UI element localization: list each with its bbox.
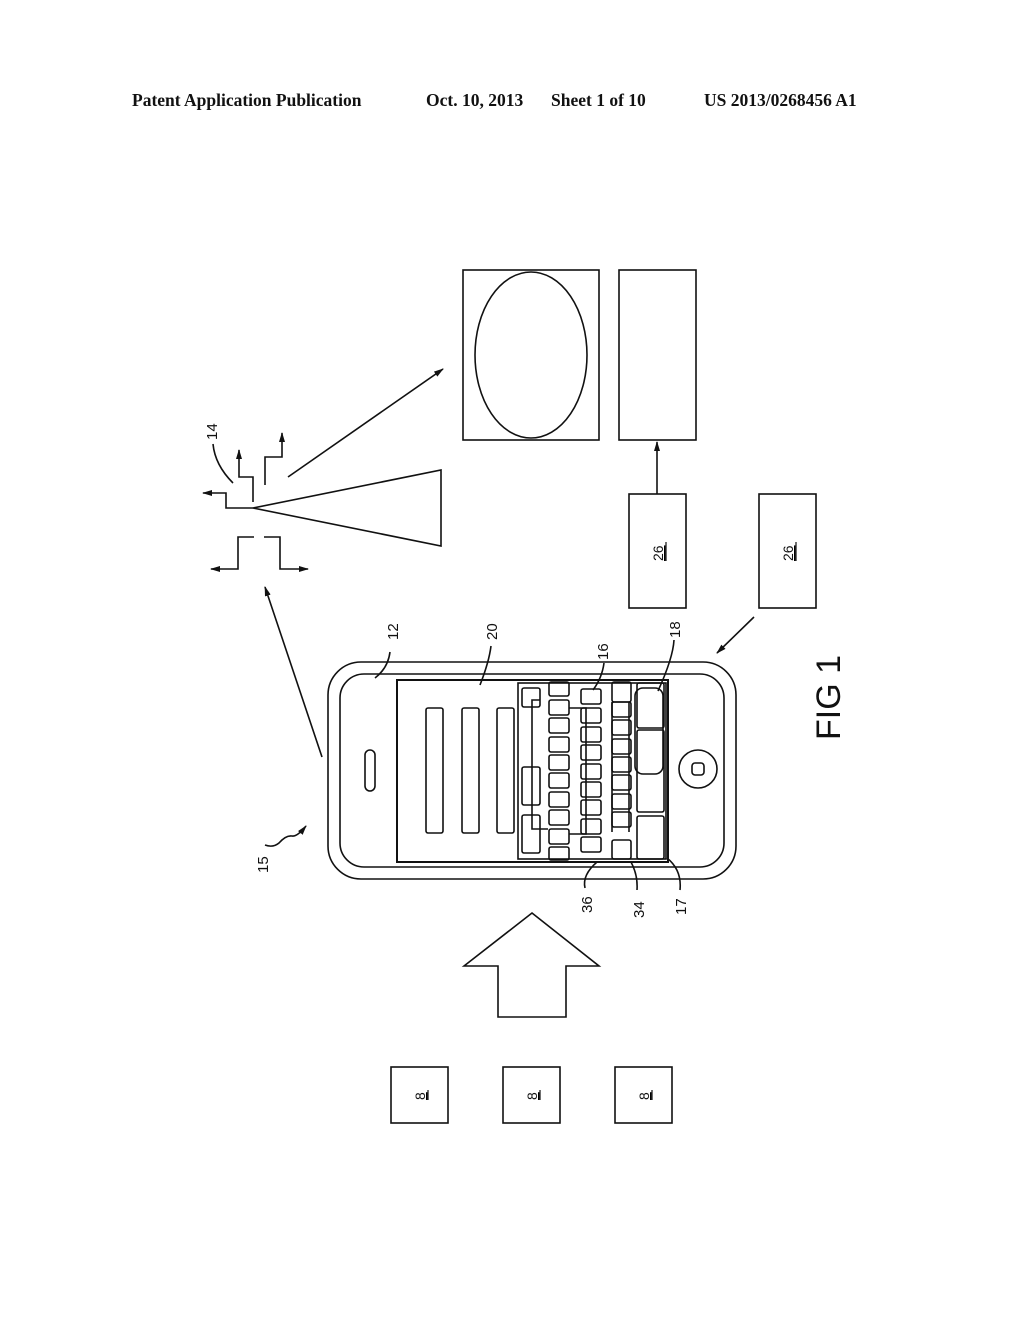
- key-column-3: [569, 688, 602, 853]
- ref-17: 17: [673, 898, 690, 915]
- leader-15: [264, 825, 307, 847]
- label-26-second: 26: [780, 545, 796, 561]
- label-26: 26: [650, 545, 666, 561]
- leader-36: [583, 861, 598, 889]
- ref-36: 36: [579, 896, 596, 913]
- speaker-icon: [364, 749, 376, 792]
- label-8-b: 8: [524, 1092, 540, 1100]
- ref-14: 14: [204, 423, 221, 440]
- ref-16: 16: [595, 643, 612, 660]
- label-8-a: 8: [412, 1092, 428, 1100]
- ref-18: 18: [667, 621, 684, 638]
- ref-12: 12: [385, 623, 402, 640]
- key-column-4: [611, 681, 632, 860]
- figure-drawing: 14 12 20 16 18 15 36 34 17 26 26 8 8 8 F…: [202, 269, 848, 1124]
- receiver-box: [618, 269, 697, 441]
- arrow-26-to-device: [716, 616, 755, 654]
- label-8-c: 8: [636, 1092, 652, 1100]
- figure-label: FIG 1: [810, 655, 848, 740]
- key-column-2: [548, 681, 570, 861]
- mobile-device: [327, 661, 737, 880]
- monitor-box: [462, 269, 600, 441]
- leader-16: [592, 662, 605, 691]
- ref-34: 34: [631, 901, 648, 918]
- ref-15: 15: [255, 856, 272, 873]
- home-button-icon: [678, 749, 718, 789]
- arrow-device-to-transmitter: [264, 586, 323, 758]
- input-arrow-icon: [461, 911, 602, 1018]
- ref-20: 20: [484, 623, 501, 640]
- key-column-5: [634, 682, 665, 860]
- arrow-to-monitor: [287, 368, 444, 478]
